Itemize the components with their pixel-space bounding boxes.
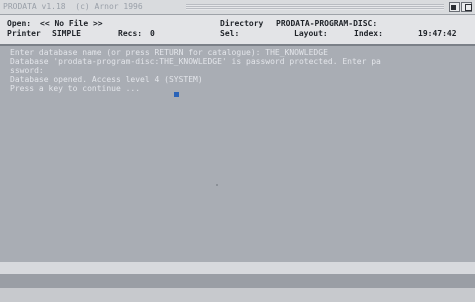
console-line: Database 'prodata-program-disc:THE_KNOWL… <box>10 57 381 66</box>
window-title: PRODATA v1.18 (c) Arnor 1996 <box>3 2 143 11</box>
layout-label: Layout: <box>294 29 328 38</box>
console-line: Press a key to continue ... <box>10 84 141 93</box>
console-area[interactable]: Enter database name (or press RETURN for… <box>0 46 475 256</box>
index-label: Index: <box>354 29 383 38</box>
title-bar[interactable]: PRODATA v1.18 (c) Arnor 1996 <box>0 0 475 15</box>
printer-value: SIMPLE <box>52 29 81 38</box>
open-label: Open: <box>7 19 32 28</box>
recs-label: Recs: <box>118 29 143 38</box>
recs-value: 0 <box>150 29 155 38</box>
depth-back-icon[interactable] <box>461 2 472 12</box>
text-cursor <box>174 92 179 97</box>
screen-bottom <box>0 288 475 302</box>
directory-label: Directory <box>220 19 264 28</box>
clock: 19:47:42 <box>418 29 457 38</box>
prodata-window: PRODATA v1.18 (c) Arnor 1996 Open: << No… <box>0 0 475 302</box>
depth-front-icon[interactable] <box>449 2 460 12</box>
console-line: Database opened. Access level 4 (SYSTEM) <box>10 75 203 84</box>
open-file-value: << No File >> <box>40 19 103 28</box>
console-line: Enter database name (or press RETURN for… <box>10 48 328 57</box>
screen-speck <box>216 184 218 186</box>
sel-label: Sel: <box>220 29 240 38</box>
directory-value: PRODATA-PROGRAM-DISC: <box>276 19 378 28</box>
footer-bar <box>0 274 475 288</box>
status-panel: Open: << No File >> Printer SIMPLE Recs:… <box>0 15 475 46</box>
input-strip[interactable] <box>0 262 475 274</box>
printer-label: Printer <box>7 29 41 38</box>
console-line: ssword: <box>10 66 44 75</box>
title-bar-drag-area[interactable] <box>186 4 444 10</box>
